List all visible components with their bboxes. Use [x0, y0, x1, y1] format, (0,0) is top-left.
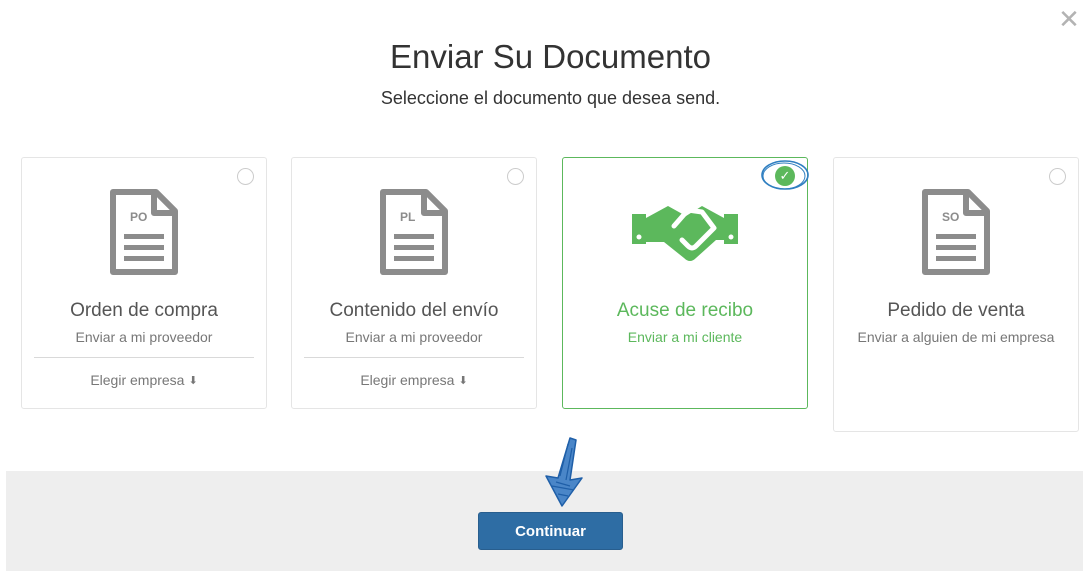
- document-icon: PO: [22, 188, 266, 278]
- close-icon[interactable]: ✕: [1058, 6, 1080, 32]
- check-icon[interactable]: ✓: [775, 166, 795, 186]
- document-code: PL: [400, 210, 415, 224]
- card-receipt-acknowledgement[interactable]: ✓ Acuse de recibo Enviar a mi cliente: [562, 157, 809, 409]
- card-subtitle: Enviar a alguien de mi empresa: [857, 329, 1055, 345]
- chevron-down-icon: ⬇︎: [458, 375, 468, 387]
- choose-company-dropdown[interactable]: Elegir empresa ⬇︎: [22, 372, 266, 388]
- card-subtitle: Enviar a mi proveedor: [345, 329, 483, 345]
- document-icon: SO: [834, 188, 1078, 278]
- arrow-down-icon: [545, 437, 583, 507]
- divider: [304, 357, 524, 358]
- card-title: Orden de compra: [70, 300, 218, 321]
- choose-company-label: Elegir empresa: [90, 372, 185, 388]
- card-title: Acuse de recibo: [616, 300, 754, 321]
- handshake-icon: [563, 188, 807, 278]
- card-packing-list[interactable]: PL Contenido del envío Enviar a mi prove…: [291, 157, 537, 409]
- divider: [34, 357, 254, 358]
- chevron-down-icon: ⬇︎: [188, 375, 198, 387]
- radio-button[interactable]: [237, 168, 254, 185]
- document-code: PO: [130, 210, 147, 224]
- choose-company-label: Elegir empresa: [360, 372, 455, 388]
- card-subtitle: Enviar a mi cliente: [627, 329, 743, 345]
- dialog-subtitle: Seleccione el documento que desea send.: [380, 88, 721, 108]
- card-purchase-order[interactable]: PO Orden de compra Enviar a mi proveedor…: [21, 157, 267, 409]
- choose-company-dropdown[interactable]: Elegir empresa ⬇︎: [292, 372, 536, 388]
- card-sales-order[interactable]: SO Pedido de venta Enviar a alguien de m…: [833, 157, 1079, 432]
- radio-button[interactable]: [1049, 168, 1066, 185]
- card-subtitle: Enviar a mi proveedor: [75, 329, 213, 345]
- document-code: SO: [942, 210, 959, 224]
- dialog-title: Enviar Su Documento: [390, 38, 711, 75]
- card-title: Contenido del envío: [329, 300, 499, 321]
- radio-button[interactable]: [507, 168, 524, 185]
- continue-button[interactable]: Continuar: [478, 512, 623, 550]
- card-title: Pedido de venta: [887, 300, 1025, 321]
- document-icon: PL: [292, 188, 536, 278]
